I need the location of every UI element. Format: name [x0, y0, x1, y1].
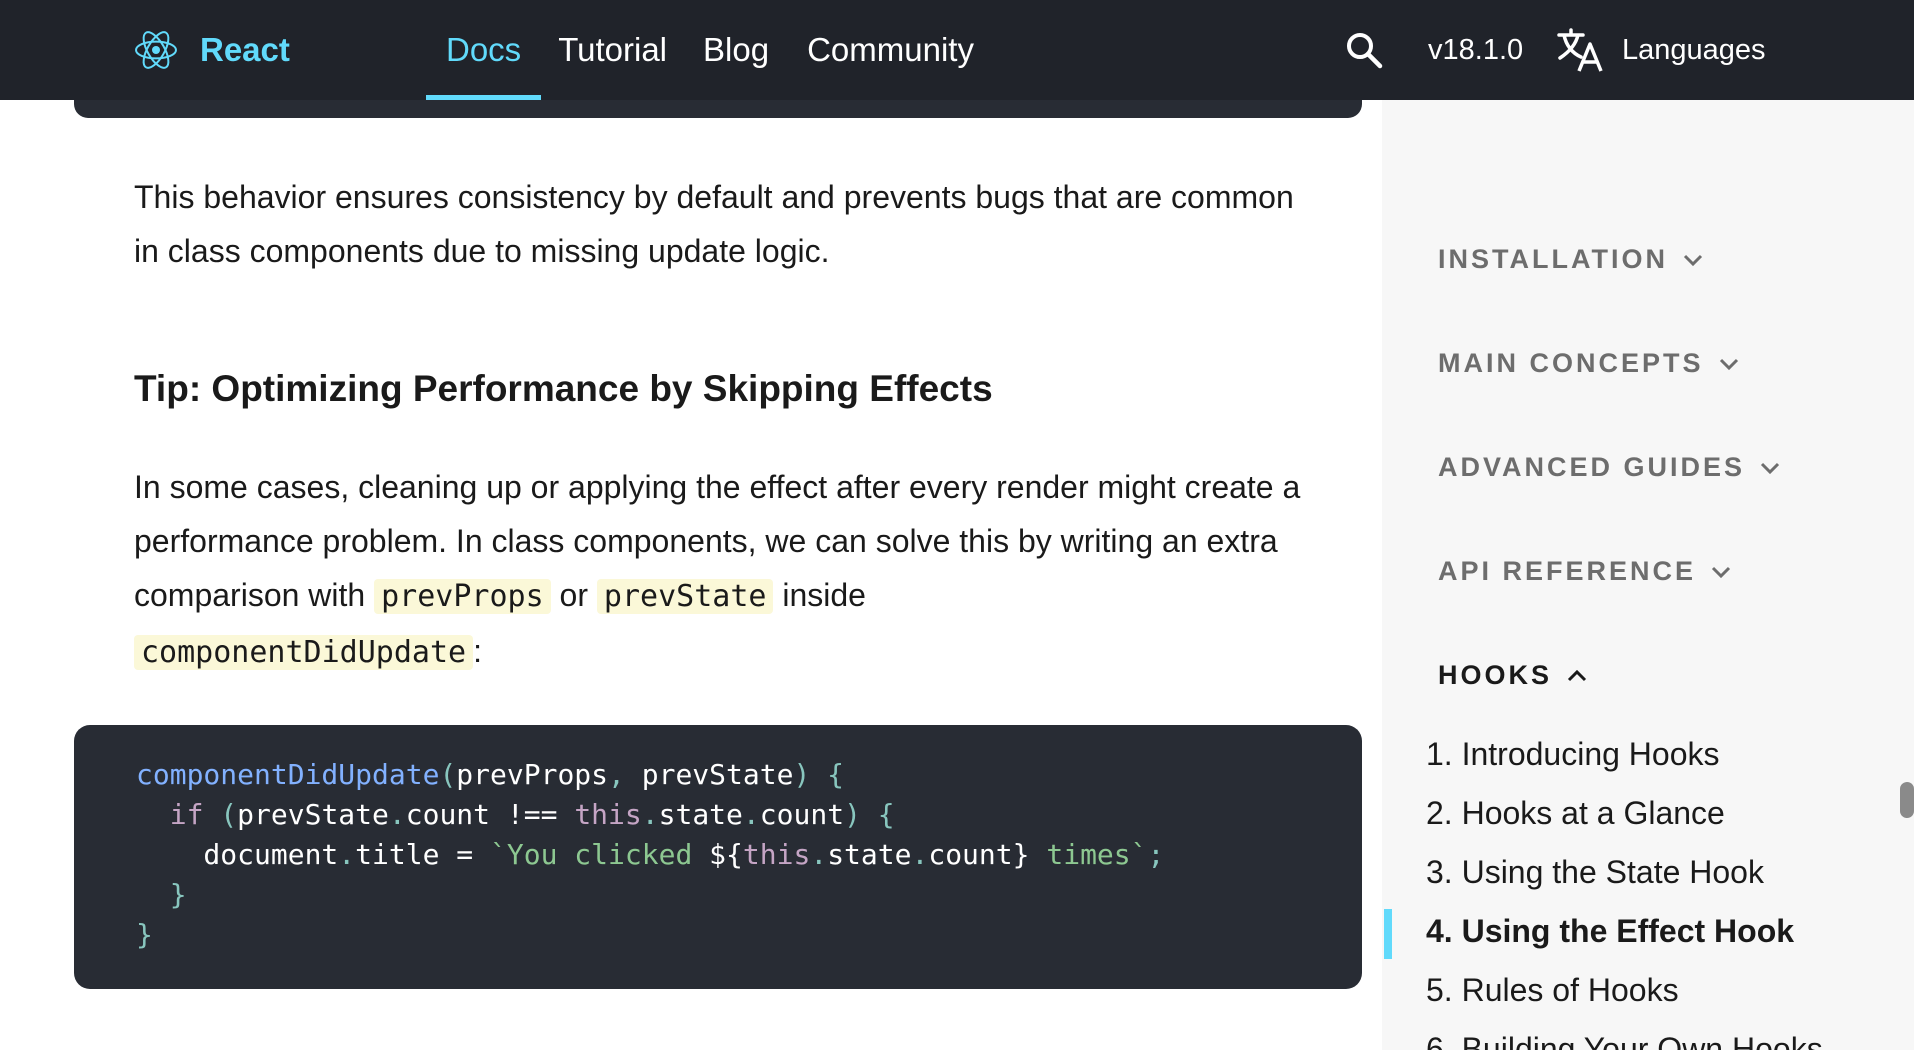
chevron-down-icon [1719, 358, 1738, 370]
code-token: count [759, 798, 845, 831]
section-label: INSTALLATION [1438, 244, 1668, 274]
section-label: ADVANCED GUIDES [1438, 452, 1746, 482]
sidebar-section-installation[interactable]: INSTALLATION [1438, 244, 1704, 275]
search-icon[interactable] [1344, 30, 1384, 70]
sidebar-item-introducing-hooks[interactable]: 1. Introducing Hooks [1426, 736, 1720, 773]
nav-docs[interactable]: Docs [426, 0, 542, 100]
code-token: ${ [709, 838, 743, 871]
main-content: This behavior ensures consistency by def… [0, 100, 1382, 1050]
section-heading: Tip: Optimizing Performance by Skipping … [134, 368, 993, 409]
chevron-down-icon [1711, 566, 1731, 578]
code-line: } [136, 915, 1362, 955]
paragraph-text: inside [782, 577, 866, 613]
paragraph-text: : [473, 633, 482, 669]
code-token: ( [203, 798, 238, 831]
main-nav: Docs Tutorial Blog Community [426, 0, 993, 100]
sidebar-scrollbar[interactable] [1900, 782, 1914, 818]
paragraph: In some cases, cleaning up or applying t… [134, 460, 1324, 680]
code-line: componentDidUpdate(prevProps, prevState)… [136, 755, 1362, 795]
sidebar-item-using-state-hook[interactable]: 3. Using the State Hook [1426, 854, 1764, 891]
version-link[interactable]: v18.1.0 [1428, 0, 1523, 100]
code-token: times` [1029, 838, 1148, 871]
code-token: } [136, 878, 187, 911]
code-token: ) { [844, 798, 895, 831]
section-label: HOOKS [1438, 660, 1553, 690]
inline-code: prevState [596, 579, 774, 614]
section-label: MAIN CONCEPTS [1438, 348, 1704, 378]
sidebar-item-building-your-own-hooks[interactable]: 6. Building Your Own Hooks [1426, 1031, 1823, 1050]
chevron-up-icon [1567, 669, 1587, 681]
inline-code: prevProps [374, 579, 551, 614]
chevron-down-icon [1760, 462, 1780, 474]
section-label: API REFERENCE [1438, 556, 1697, 586]
code-token: state [658, 798, 743, 831]
nav-tutorial[interactable]: Tutorial [541, 0, 684, 100]
brand-name: React [200, 31, 290, 68]
sidebar-section-advanced-guides[interactable]: ADVANCED GUIDES [1438, 452, 1781, 483]
sidebar-section-api-reference[interactable]: API REFERENCE [1438, 556, 1732, 587]
code-line: if (prevState.count !== this.state.count… [136, 795, 1362, 835]
code-token: ( [439, 758, 457, 791]
docs-sidebar: INSTALLATION MAIN CONCEPTS ADVANCED GUID… [1382, 100, 1914, 1050]
sidebar-item-rules-of-hooks[interactable]: 5. Rules of Hooks [1426, 972, 1679, 1009]
nav-blog[interactable]: Blog [684, 0, 788, 100]
sidebar-item-using-effect-hook[interactable]: 4. Using the Effect Hook [1426, 913, 1794, 950]
paragraph: This behavior ensures consistency by def… [134, 179, 1294, 269]
code-token: count !== [405, 798, 575, 831]
code-token: . [911, 838, 929, 871]
sidebar-section-hooks[interactable]: HOOKS [1438, 660, 1588, 691]
code-token: . [810, 838, 828, 871]
code-token: count [928, 838, 1013, 871]
react-logo-icon [135, 31, 177, 69]
code-token: `You clicked [490, 838, 710, 871]
code-token: if [169, 798, 204, 831]
code-token: prevProps [456, 758, 609, 791]
code-line: document.title = `You clicked ${this.sta… [136, 835, 1362, 875]
chevron-down-icon [1683, 254, 1703, 266]
sidebar-item-hooks-at-a-glance[interactable]: 2. Hooks at a Glance [1426, 795, 1725, 832]
code-line: } [136, 875, 1362, 915]
code-token: . [641, 798, 659, 831]
code-token: ; [1147, 838, 1165, 871]
code-token: , [608, 758, 642, 791]
active-item-indicator [1384, 909, 1392, 959]
sidebar-section-main-concepts[interactable]: MAIN CONCEPTS [1438, 348, 1740, 379]
code-token: } [136, 918, 153, 951]
code-token: . [742, 798, 760, 831]
code-token: componentDidUpdate [136, 758, 440, 791]
languages-link[interactable]: Languages [1556, 27, 1766, 73]
paragraph-text: or [559, 577, 588, 613]
code-token: ) { [793, 758, 845, 791]
code-token: state [827, 838, 912, 871]
code-token: title = [355, 838, 491, 871]
code-token: . [388, 798, 406, 831]
top-navigation-bar: React Docs Tutorial Blog Community v18.1… [0, 0, 1914, 100]
nav-community[interactable]: Community [788, 0, 993, 100]
languages-label: Languages [1622, 33, 1766, 66]
previous-code-block [74, 100, 1362, 118]
code-token: document [136, 838, 339, 871]
code-token: prevState [237, 798, 389, 831]
brand-link[interactable]: React [132, 26, 290, 74]
translate-icon [1557, 28, 1603, 72]
code-block: componentDidUpdate(prevProps, prevState)… [74, 725, 1362, 989]
code-token: this [574, 798, 642, 831]
code-token: } [1012, 838, 1030, 871]
code-token: this [742, 838, 811, 871]
code-token: prevState [641, 758, 794, 791]
inline-code: componentDidUpdate [134, 635, 474, 670]
code-token: . [338, 838, 356, 871]
